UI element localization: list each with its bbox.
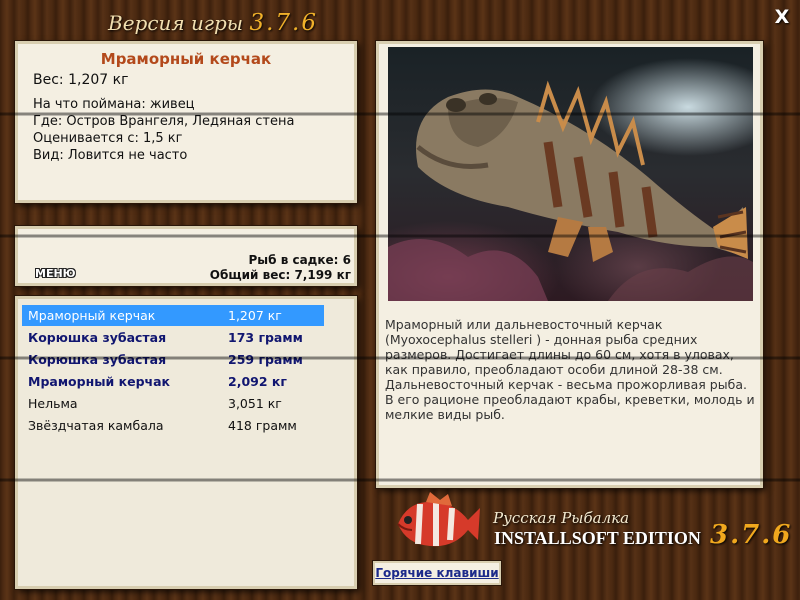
brand-edition: INSTALLSOFT EDITION	[494, 528, 701, 548]
brand-fish-logo	[397, 492, 480, 547]
catch-weight: 2,092 кг	[228, 374, 287, 389]
sculpin-fish-image	[388, 80, 753, 301]
catch-weight: 173 грамм	[228, 330, 303, 345]
location-text: Где: Остров Врангеля, Ледяная стена	[33, 114, 295, 129]
list-item[interactable]: Корюшка зубастая 259 грамм	[22, 349, 324, 370]
fish-name: Мраморный керчак	[100, 50, 272, 68]
list-item[interactable]: Мраморный керчак 2,092 кг	[22, 371, 324, 392]
cage-count: Рыб в садке: 6	[248, 253, 352, 267]
fish-info-panel: Мраморный керчак Вес: 1,207 кг На что по…	[15, 41, 357, 203]
catch-name: Нельма	[28, 396, 78, 411]
catch-name: Корюшка зубастая	[28, 352, 167, 367]
catch-weight: 259 грамм	[228, 352, 303, 367]
fish-photo-panel: Мраморный или дальневосточный керчак (My…	[376, 41, 763, 488]
cage-stats: Рыб в садке: 6 Общий вес: 7,199 кг	[210, 253, 351, 283]
catch-name: Мраморный керчак	[28, 308, 156, 323]
cage-summary-panel: МЕНЮ Рыб в садке: 6 Общий вес: 7,199 кг	[15, 226, 357, 286]
brand-version: 3.7.6	[710, 520, 793, 550]
value-text: Оценивается с: 1,5 кг	[33, 131, 183, 146]
list-item[interactable]: Мраморный керчак 1,207 кг	[22, 305, 324, 326]
list-item[interactable]: Звёздчатая камбала 418 грамм	[22, 415, 324, 436]
bait-text: На что поймана: живец	[33, 97, 195, 112]
hotkeys-button[interactable]: Горячие клавиши	[373, 561, 501, 585]
catch-name: Мраморный керчак	[28, 374, 171, 389]
title-text: Версия игры	[108, 11, 244, 35]
title-version: 3.7.6	[249, 10, 318, 36]
close-button[interactable]: X	[772, 7, 792, 27]
list-item[interactable]: Нельма 3,051 кг	[22, 393, 324, 414]
cage-total-weight: Общий вес: 7,199 кг	[209, 268, 351, 282]
list-item[interactable]: Корюшка зубастая 173 грамм	[22, 327, 324, 348]
fish-weight: Вес: 1,207 кг	[33, 72, 129, 88]
frequency-text: Вид: Ловится не часто	[33, 148, 188, 163]
catch-weight: 418 грамм	[228, 418, 297, 433]
catch-name: Корюшка зубастая	[28, 330, 167, 345]
catch-name: Звёздчатая камбала	[28, 418, 164, 433]
catch-weight: 3,051 кг	[228, 396, 282, 411]
window-title: Версия игры 3.7.6	[108, 10, 318, 36]
fish-photo	[388, 47, 753, 301]
catch-list: Мраморный керчак 1,207 кг Корюшка зубаст…	[15, 296, 357, 589]
fish-description: Мраморный или дальневосточный керчак (My…	[385, 317, 755, 422]
brand-title: Русская Рыбалка	[493, 509, 630, 527]
menu-button[interactable]: МЕНЮ	[35, 267, 76, 280]
catch-weight: 1,207 кг	[228, 308, 282, 323]
fish-details: На что поймана: живец Где: Остров Вранге…	[33, 96, 294, 164]
